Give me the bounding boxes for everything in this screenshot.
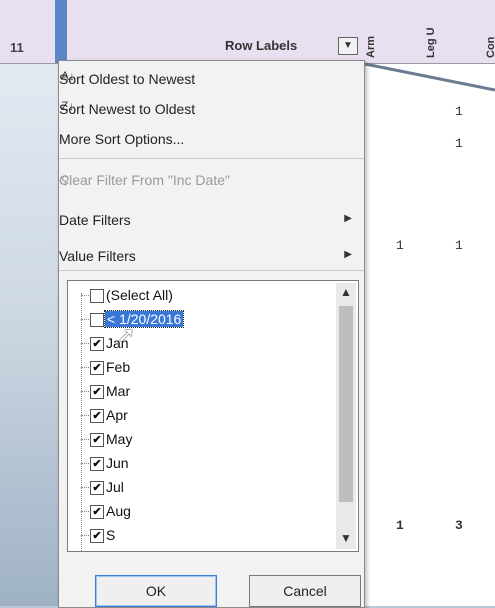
checkbox[interactable]: ✔: [90, 361, 104, 375]
cell-value: 1: [396, 238, 404, 253]
scroll-down-icon[interactable]: ▼: [340, 531, 352, 545]
row-labels-header: Row Labels: [225, 38, 298, 53]
menu-sort-oldest[interactable]: Sort Oldest to Newest: [59, 64, 364, 94]
cancel-button[interactable]: Cancel: [249, 575, 361, 607]
row-number: 11: [10, 40, 24, 55]
menu-sort-newest[interactable]: Sort Newest to Oldest: [59, 94, 364, 124]
total-cell: 3: [455, 518, 463, 533]
menu-separator: [59, 158, 364, 159]
filter-dropdown-button[interactable]: ▼: [338, 37, 358, 55]
pivot-header-row: 11 Row Labels ▼ Arm Leg U Con: [0, 0, 495, 64]
list-item-jun[interactable]: ✔ Jun: [68, 452, 338, 475]
list-item-label: Feb: [106, 359, 131, 375]
list-item-select-all[interactable]: (Select All): [68, 284, 338, 307]
list-item-apr[interactable]: ✔ Apr: [68, 404, 338, 427]
ok-button[interactable]: OK: [95, 575, 217, 607]
scroll-up-icon[interactable]: ▲: [340, 285, 352, 299]
checkbox[interactable]: ✔: [90, 505, 104, 519]
list-item-label: S: [106, 527, 116, 543]
list-item-label: Aug: [106, 503, 131, 519]
mouse-pointer-icon: ➚: [117, 322, 136, 347]
cell-value: 1: [455, 238, 463, 253]
checkbox[interactable]: ✔: [90, 337, 104, 351]
menu-more-sort-label: More Sort Options...: [59, 131, 185, 147]
list-item-jul[interactable]: ✔ Jul: [68, 476, 338, 499]
menu-clear-filter-label: Clear Filter From "Inc Date": [59, 172, 230, 188]
column-header-leg: Leg U: [425, 27, 437, 58]
checkbox[interactable]: ✔: [90, 409, 104, 423]
total-cell: 1: [396, 518, 404, 533]
list-item-jan[interactable]: ✔ Jan: [68, 332, 338, 355]
worksheet-left-background: [0, 0, 60, 606]
list-item-partial[interactable]: ✔ S: [68, 524, 338, 547]
checkbox[interactable]: [90, 313, 104, 327]
column-header-con: Con: [485, 36, 495, 58]
menu-date-filters-label: Date Filters: [59, 212, 131, 228]
menu-value-filters[interactable]: Value Filters ▶: [59, 241, 364, 271]
list-item-feb[interactable]: ✔ Feb: [68, 356, 338, 379]
list-item-label: Jun: [106, 455, 129, 471]
checkbox[interactable]: ✔: [90, 457, 104, 471]
submenu-arrow-icon: ▶: [344, 249, 352, 260]
callout-line: [364, 62, 495, 92]
menu-date-filters[interactable]: Date Filters ▶: [59, 205, 364, 235]
list-item-label: (Select All): [106, 287, 173, 303]
menu-separator: [59, 270, 364, 271]
menu-clear-filter: Clear Filter From "Inc Date": [59, 165, 364, 195]
menu-more-sort-options[interactable]: More Sort Options...: [59, 124, 364, 154]
checkbox[interactable]: ✔: [90, 385, 104, 399]
menu-sort-oldest-label: Sort Oldest to Newest: [59, 71, 196, 87]
list-item-label: May: [106, 431, 133, 447]
list-item-may[interactable]: ✔ May: [68, 428, 338, 451]
list-item-label: Jul: [106, 479, 124, 495]
checkbox[interactable]: [90, 289, 104, 303]
submenu-arrow-icon: ▶: [344, 213, 352, 224]
menu-value-filters-label: Value Filters: [59, 248, 136, 264]
checkbox[interactable]: ✔: [90, 433, 104, 447]
filter-values-list[interactable]: (Select All) < 1/20/2016 ✔ Jan ✔ Feb ✔ M…: [67, 280, 359, 552]
row-header-column: [55, 0, 67, 63]
checkbox[interactable]: ✔: [90, 529, 104, 543]
list-scrollbar[interactable]: ▲ ▼: [336, 283, 356, 549]
list-item-label: Apr: [106, 407, 128, 423]
menu-sort-newest-label: Sort Newest to Oldest: [59, 101, 196, 117]
cell-value: 1: [455, 136, 463, 151]
list-item-label: Mar: [106, 383, 131, 399]
cell-value: 1: [455, 104, 463, 119]
list-item-before-date[interactable]: < 1/20/2016: [68, 308, 338, 331]
scroll-thumb[interactable]: [339, 306, 353, 502]
column-header-arm: Arm: [365, 35, 377, 58]
list-item-mar[interactable]: ✔ Mar: [68, 380, 338, 403]
checkbox[interactable]: ✔: [90, 481, 104, 495]
list-item-aug[interactable]: ✔ Aug: [68, 500, 338, 523]
